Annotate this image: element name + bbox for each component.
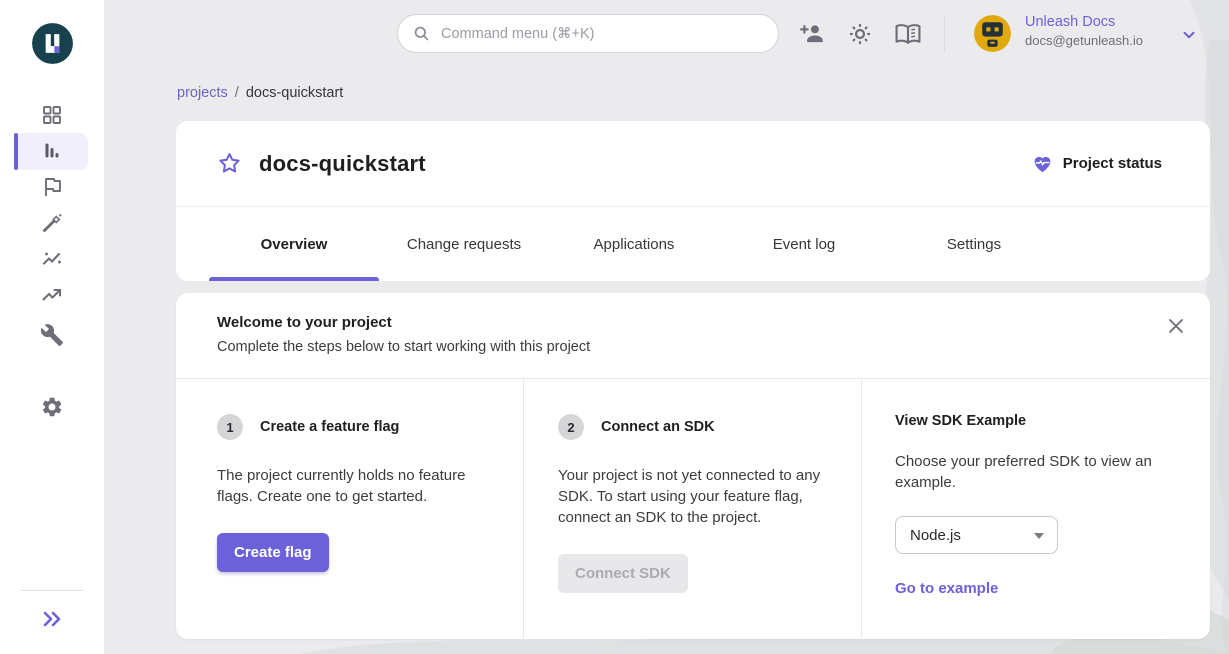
sdk-example-title: View SDK Example: [895, 413, 1186, 429]
unleash-logo[interactable]: [32, 23, 73, 64]
sidebar-divider: [20, 590, 84, 591]
tab-event-log[interactable]: Event log: [719, 207, 889, 281]
welcome-subtitle: Complete the steps below to start workin…: [217, 339, 1186, 355]
step-connect-sdk: 2 Connect an SDK Your project is not yet…: [523, 379, 862, 638]
sidebar-active-indicator: [14, 133, 18, 170]
insights-icon[interactable]: [40, 247, 64, 271]
invite-user-icon[interactable]: [798, 20, 826, 48]
go-to-example-link[interactable]: Go to example: [895, 580, 998, 597]
welcome-title: Welcome to your project: [217, 314, 1186, 331]
project-status-button[interactable]: Project status: [1031, 152, 1162, 175]
project-status-label: Project status: [1063, 155, 1162, 172]
topbar-divider: [944, 15, 945, 52]
welcome-card: Welcome to your project Complete the ste…: [176, 293, 1210, 639]
favorite-star-icon[interactable]: [216, 150, 243, 177]
welcome-card-header: Welcome to your project Complete the ste…: [176, 293, 1210, 379]
project-tabs: Overview Change requests Applications Ev…: [176, 206, 1210, 281]
user-menu[interactable]: Unleash Docs docs@getunleash.io: [1025, 14, 1143, 48]
search-icon: [412, 24, 431, 43]
step-description: Your project is not yet connected to any…: [558, 465, 826, 528]
tab-change-requests[interactable]: Change requests: [379, 207, 549, 281]
trending-up-icon[interactable]: [40, 283, 64, 307]
chevron-down-icon[interactable]: [1180, 26, 1198, 44]
sidebar: [0, 0, 104, 654]
user-avatar[interactable]: [974, 15, 1011, 52]
dropdown-caret-icon: [1034, 533, 1044, 539]
project-header: docs-quickstart Project status: [176, 121, 1210, 206]
gear-icon[interactable]: [40, 395, 64, 419]
flag-icon[interactable]: [40, 175, 64, 199]
breadcrumb-projects-link[interactable]: projects: [177, 85, 228, 101]
search-input[interactable]: [441, 26, 764, 42]
breadcrumb-separator: /: [235, 85, 239, 101]
user-name: Unleash Docs: [1025, 14, 1143, 30]
step-create-flag: 1 Create a feature flag The project curr…: [176, 379, 523, 638]
command-menu-search[interactable]: [397, 14, 779, 53]
documentation-book-icon[interactable]: [894, 20, 922, 48]
breadcrumb: projects / docs-quickstart: [177, 85, 343, 101]
tab-applications[interactable]: Applications: [549, 207, 719, 281]
step-title: Connect an SDK: [601, 419, 715, 435]
step-number-badge: 1: [217, 414, 243, 440]
sdk-select-dropdown[interactable]: Node.js: [895, 516, 1058, 554]
close-icon[interactable]: [1164, 314, 1188, 338]
create-flag-button[interactable]: Create flag: [217, 533, 329, 572]
step-title: Create a feature flag: [260, 419, 399, 435]
step-number-badge: 2: [558, 414, 584, 440]
wrench-icon[interactable]: [40, 323, 64, 347]
welcome-steps: 1 Create a feature flag The project curr…: [176, 379, 1210, 638]
tab-overview[interactable]: Overview: [209, 207, 379, 281]
tab-settings[interactable]: Settings: [889, 207, 1059, 281]
heart-pulse-icon: [1031, 152, 1054, 175]
sdk-selected-value: Node.js: [910, 527, 961, 544]
unleash-app: Unleash Docs docs@getunleash.io projects…: [0, 0, 1229, 654]
dashboard-icon[interactable]: [40, 103, 64, 127]
breadcrumb-current: docs-quickstart: [246, 85, 344, 101]
connect-sdk-button[interactable]: Connect SDK: [558, 554, 688, 593]
expand-double-chevron-icon[interactable]: [40, 607, 64, 631]
user-email: docs@getunleash.io: [1025, 33, 1143, 48]
page-title: docs-quickstart: [259, 151, 426, 177]
bar-chart-icon[interactable]: [40, 139, 64, 163]
theme-toggle-sun-icon[interactable]: [846, 20, 874, 48]
sdk-example-description: Choose your preferred SDK to view an exa…: [895, 451, 1175, 493]
wand-icon[interactable]: [40, 211, 64, 235]
view-sdk-example-panel: View SDK Example Choose your preferred S…: [862, 379, 1210, 638]
step-description: The project currently holds no feature f…: [217, 465, 493, 507]
